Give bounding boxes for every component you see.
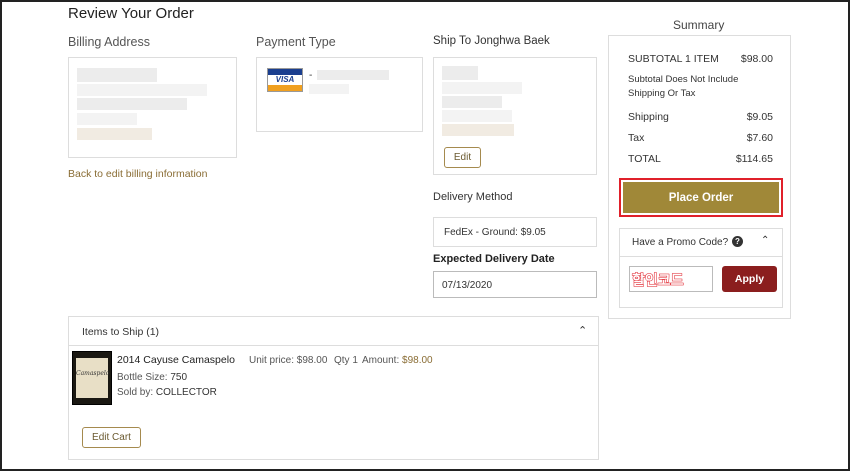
blurred-text <box>442 110 512 122</box>
ship-to-box: Edit <box>433 57 597 175</box>
wine-label-text: Camaspelo <box>76 370 110 377</box>
wine-thumbnail[interactable]: Camaspelo <box>72 351 112 405</box>
promo-panel: Have a Promo Code? ? ⌃ 할인코드 Apply <box>619 228 783 308</box>
summary-panel: SUBTOTAL 1 ITEM $98.00 Subtotal Does Not… <box>608 35 791 319</box>
payment-type-label: Payment Type <box>256 35 336 49</box>
card-number-mask: - <box>309 70 313 81</box>
edit-shipping-button[interactable]: Edit <box>444 147 481 168</box>
apply-promo-button[interactable]: Apply <box>722 266 777 292</box>
billing-address-box <box>68 57 237 158</box>
blurred-text <box>442 82 522 94</box>
subtotal-row: SUBTOTAL 1 ITEM $98.00 <box>628 53 773 65</box>
place-order-button[interactable]: Place Order <box>623 182 779 213</box>
blurred-text <box>309 84 349 94</box>
tax-value: $7.60 <box>746 132 773 144</box>
shipping-label: Shipping <box>628 111 669 123</box>
items-panel: Items to Ship (1) ⌃ Camaspelo 2014 Cayus… <box>68 316 599 460</box>
blurred-text <box>442 96 502 108</box>
total-value: $114.65 <box>735 153 773 165</box>
blurred-text <box>77 128 152 140</box>
item-unit-price: Unit price: $98.00 <box>249 355 328 366</box>
page-title: Review Your Order <box>68 5 194 22</box>
payment-type-box: VISA - <box>256 57 423 132</box>
bottle-size-label: Bottle Size: <box>117 372 168 383</box>
blurred-text <box>77 98 187 110</box>
delivery-method-select[interactable]: FedEx - Ground: $9.05 <box>433 217 597 247</box>
ship-to-label: Ship To Jonghwa Baek <box>433 35 550 47</box>
chevron-up-icon[interactable]: ⌃ <box>761 235 769 246</box>
item-qty: Qty 1 <box>334 355 358 366</box>
subtotal-label: SUBTOTAL 1 ITEM <box>628 53 719 65</box>
item-amount: Amount: $98.00 <box>362 355 433 366</box>
item-amount-value: $98.00 <box>402 355 433 366</box>
visa-card-icon: VISA <box>267 68 303 92</box>
tax-row: Tax $7.60 <box>628 132 773 144</box>
subtotal-note: Subtotal Does Not Include Shipping Or Ta… <box>628 74 739 99</box>
promo-header[interactable]: Have a Promo Code? ? ⌃ <box>620 229 782 257</box>
item-name: 2014 Cayuse Camaspelo <box>117 354 235 366</box>
blurred-text <box>77 84 207 96</box>
blurred-text <box>317 70 389 80</box>
help-icon[interactable]: ? <box>732 236 743 247</box>
blurred-text <box>77 68 157 82</box>
shipping-value: $9.05 <box>746 111 773 123</box>
promo-label: Have a Promo Code? <box>632 237 729 248</box>
delivery-method-value: FedEx - Ground: $9.05 <box>444 227 546 238</box>
sold-by-label: Sold by: <box>117 387 154 398</box>
promo-code-value: 할인코드 <box>632 273 685 290</box>
total-row: TOTAL $114.65 <box>628 153 773 165</box>
items-header-label: Items to Ship (1) <box>82 326 160 338</box>
expected-delivery-value: 07/13/2020 <box>442 280 493 291</box>
shipping-row: Shipping $9.05 <box>628 111 773 123</box>
items-header[interactable]: Items to Ship (1) ⌃ <box>69 317 598 346</box>
blurred-text <box>442 124 514 136</box>
item-sold-by: Sold by: COLLECTOR <box>117 387 217 398</box>
subtotal-value: $98.00 <box>740 53 773 65</box>
total-label: TOTAL <box>628 153 661 165</box>
blurred-text <box>77 113 137 125</box>
expected-delivery-label: Expected Delivery Date <box>433 253 555 265</box>
blurred-text <box>442 66 478 80</box>
place-order-highlight: Place Order <box>619 178 783 217</box>
item-amount-label: Amount: <box>362 355 400 366</box>
expected-delivery-input[interactable]: 07/13/2020 <box>433 271 597 298</box>
billing-address-label: Billing Address <box>68 35 150 49</box>
summary-title: Summary <box>673 18 725 32</box>
wine-label-image: Camaspelo <box>76 358 110 398</box>
sold-by-value: COLLECTOR <box>155 387 217 398</box>
chevron-up-icon[interactable]: ⌃ <box>578 324 587 337</box>
promo-code-input[interactable]: 할인코드 <box>629 266 713 292</box>
bottle-size-value: 750 <box>170 372 188 383</box>
delivery-method-label: Delivery Method <box>433 191 513 203</box>
edit-cart-button[interactable]: Edit Cart <box>82 427 141 448</box>
item-bottle-size: Bottle Size: 750 <box>117 372 187 383</box>
tax-label: Tax <box>628 132 645 144</box>
back-to-billing-link[interactable]: Back to edit billing information <box>68 168 208 180</box>
